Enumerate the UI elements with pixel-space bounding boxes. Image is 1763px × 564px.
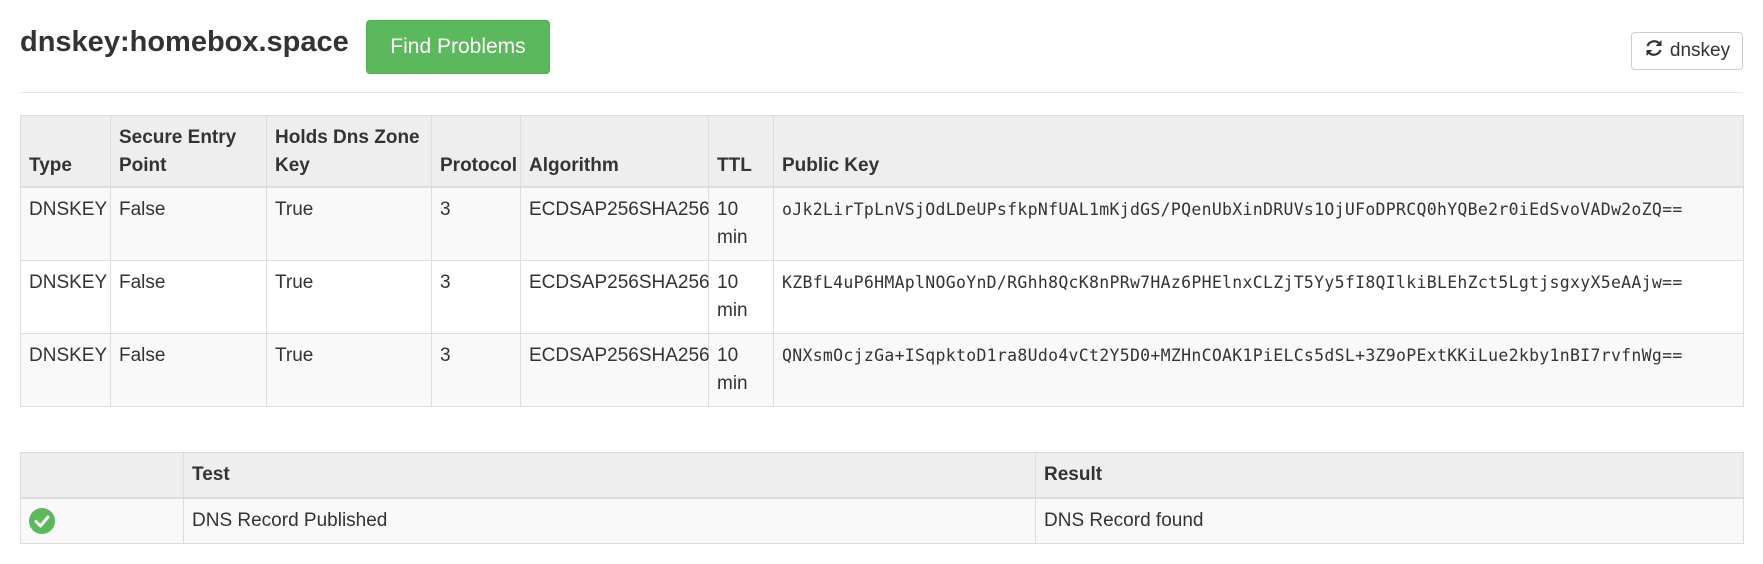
- column-header-public-key: Public Key: [773, 115, 1744, 188]
- refresh-dnskey-button[interactable]: dnskey: [1631, 32, 1743, 70]
- cell-protocol: 3: [431, 186, 521, 261]
- column-header-test: Test: [183, 452, 1036, 499]
- cell-protocol: 3: [431, 333, 521, 407]
- cell-status: [20, 497, 184, 544]
- cell-ttl: 10 min: [708, 260, 774, 334]
- cell-result: DNS Record found: [1035, 497, 1744, 544]
- check-circle-icon: [29, 507, 55, 534]
- column-header-algorithm: Algorithm: [520, 115, 709, 188]
- table-row: DNS Record Published DNS Record found: [20, 497, 1744, 544]
- cell-ttl: 10 min: [708, 186, 774, 261]
- cell-test: DNS Record Published: [183, 497, 1036, 544]
- column-header-secure-entry-point: Secure Entry Point: [110, 115, 267, 188]
- column-header-result: Result: [1035, 452, 1744, 499]
- page-header: dnskey:homebox.space Find Problems dnske…: [20, 20, 1743, 93]
- cell-type: DNSKEY: [20, 186, 111, 261]
- test-table-header-row: Test Result: [20, 452, 1744, 499]
- column-header-type: Type: [20, 115, 111, 188]
- dnskey-table: Type Secure Entry Point Holds Dns Zone K…: [20, 115, 1744, 407]
- cell-zone-key: True: [266, 333, 432, 407]
- cell-secure-entry-point: False: [110, 260, 267, 334]
- cell-protocol: 3: [431, 260, 521, 334]
- table-row: DNSKEY False True 3 ECDSAP256SHA256 10 m…: [20, 333, 1744, 407]
- cell-algorithm: ECDSAP256SHA256: [520, 333, 710, 407]
- cell-type: DNSKEY: [20, 260, 111, 334]
- test-results-table: Test Result DNS Record Published DNS Rec…: [20, 452, 1744, 544]
- cell-public-key: KZBfL4uP6HMAplNOGoYnD/RGhh8QcK8nPRw7HAz6…: [773, 260, 1744, 334]
- column-header-holds-dns-zone-key: Holds Dns Zone Key: [266, 115, 432, 188]
- cell-secure-entry-point: False: [110, 186, 267, 261]
- cell-public-key: QNXsmOcjzGa+ISqpktoD1ra8Udo4vCt2Y5D0+MZH…: [773, 333, 1744, 407]
- column-header-ttl: TTL: [708, 115, 774, 188]
- cell-ttl: 10 min: [708, 333, 774, 407]
- cell-secure-entry-point: False: [110, 333, 267, 407]
- column-header-status: [20, 452, 184, 499]
- cell-zone-key: True: [266, 260, 432, 334]
- cell-zone-key: True: [266, 186, 432, 261]
- table-row: DNSKEY False True 3 ECDSAP256SHA256 10 m…: [20, 260, 1744, 334]
- table-row: DNSKEY False True 3 ECDSAP256SHA256 10 m…: [20, 186, 1744, 261]
- find-problems-button[interactable]: Find Problems: [366, 20, 550, 74]
- cell-type: DNSKEY: [20, 333, 111, 407]
- cell-algorithm: ECDSAP256SHA256: [520, 186, 710, 261]
- cell-public-key: oJk2LirTpLnVSjOdLDeUPsfkpNfUAL1mKjdGS/PQ…: [773, 186, 1744, 261]
- refresh-icon: [1644, 38, 1664, 64]
- refresh-button-label: dnskey: [1669, 40, 1731, 61]
- cell-algorithm: ECDSAP256SHA256: [520, 260, 710, 334]
- column-header-protocol: Protocol: [431, 115, 521, 188]
- dnskey-table-header-row: Type Secure Entry Point Holds Dns Zone K…: [20, 115, 1744, 188]
- page-title: dnskey:homebox.space: [20, 26, 349, 58]
